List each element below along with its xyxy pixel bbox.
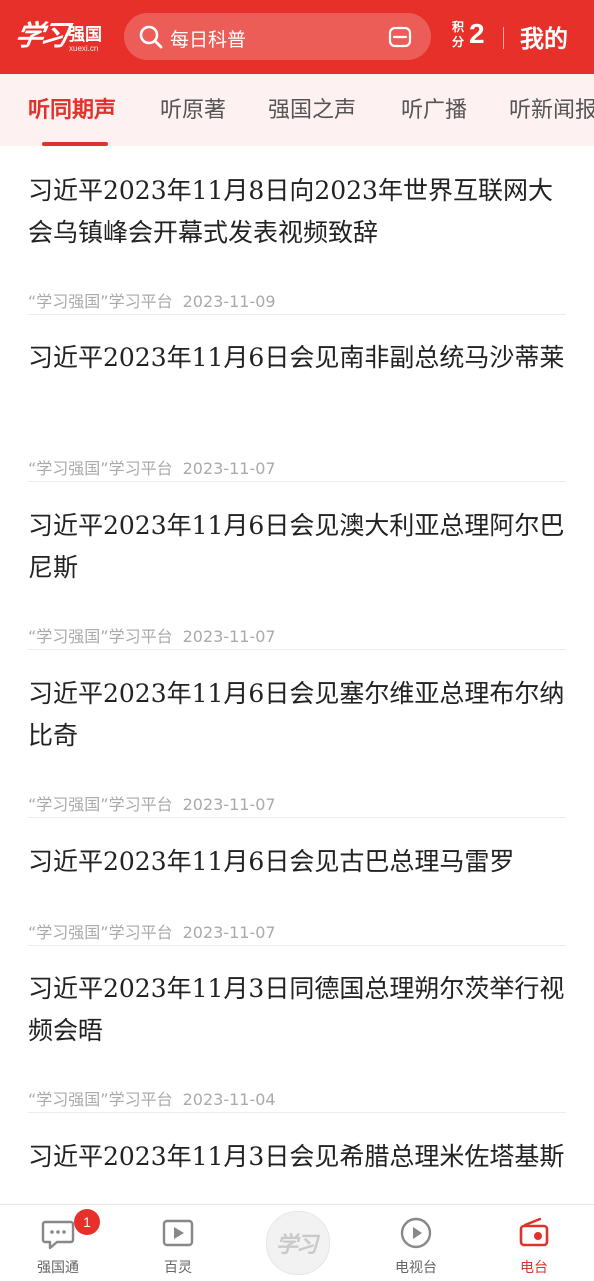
top-header: 学习 强国 xuexi.cn 每日科普 积分 2 我的: [0, 0, 594, 74]
notification-badge: 1: [74, 1209, 100, 1235]
nav-label: 百灵: [164, 1260, 192, 1276]
article-title: 习近平2023年11月6日会见澳大利亚总理阿尔巴尼斯: [28, 511, 565, 582]
article-item[interactable]: 习近平2023年11月6日会见南非副总统马沙蒂莱 “学习强国”学习平台 2023-…: [28, 337, 566, 482]
article-date: 2023-11-07: [182, 459, 276, 478]
article-item[interactable]: 习近平2023年11月6日会见塞尔维亚总理布尔纳比奇 “学习强国”学习平台 202…: [28, 673, 566, 818]
menu-scan-icon[interactable]: [388, 25, 412, 49]
xuexi-logo-icon[interactable]: 学习: [266, 1211, 330, 1275]
article-date: 2023-11-07: [182, 795, 276, 814]
article-item[interactable]: 习近平2023年11月3日会见希腊总理米佐塔基斯: [28, 1136, 566, 1204]
search-icon: [139, 25, 163, 49]
points-indicator[interactable]: 积分 2: [452, 18, 498, 58]
article-meta: “学习强国”学习平台 2023-11-09: [28, 288, 276, 312]
header-divider: [503, 27, 504, 49]
article-title: 习近平2023年11月6日会见塞尔维亚总理布尔纳比奇: [28, 679, 565, 750]
tab-ting-guang-bo[interactable]: 听广播: [401, 92, 467, 124]
nav-item-bai-ling[interactable]: 百灵: [138, 1205, 218, 1281]
article-item[interactable]: 习近平2023年11月6日会见古巴总理马雷罗 “学习强国”学习平台 2023-11…: [28, 841, 566, 946]
article-date: 2023-11-09: [182, 292, 276, 311]
category-tabs: 听同期声 听原著 强国之声 听广播 听新闻报: [0, 74, 594, 146]
nav-item-qiang-guo-tong[interactable]: 1 强国通: [18, 1205, 100, 1281]
article-date: 2023-11-07: [182, 923, 276, 942]
logo-script: 学习: [12, 19, 69, 52]
mine-button[interactable]: 我的: [520, 19, 568, 54]
article-title: 习近平2023年11月3日同德国总理朔尔茨举行视频会晤: [28, 974, 565, 1045]
tab-qiang-guo-zhi-sheng[interactable]: 强国之声: [268, 92, 356, 124]
logo-domain: xuexi.cn: [69, 44, 99, 53]
article-title: 习近平2023年11月8日向2023年世界互联网大会乌镇峰会开幕式发表视频致辞: [28, 176, 553, 247]
article-meta: “学习强国”学习平台 2023-11-07: [28, 455, 276, 479]
tab-ting-tong-qi-sheng[interactable]: 听同期声: [28, 92, 116, 124]
article-title: 习近平2023年11月3日会见希腊总理米佐塔基斯: [28, 1142, 565, 1171]
nav-item-dian-tai[interactable]: 电台: [494, 1205, 574, 1281]
nav-label: 电视台: [395, 1260, 437, 1276]
article-source: “学习强国”学习平台: [28, 1090, 173, 1109]
search-placeholder: 每日科普: [170, 29, 247, 51]
article-source: “学习强国”学习平台: [28, 459, 173, 478]
article-item[interactable]: 习近平2023年11月6日会见澳大利亚总理阿尔巴尼斯 “学习强国”学习平台 202…: [28, 505, 566, 650]
tab-ting-yuan-zhu[interactable]: 听原著: [160, 92, 226, 124]
radio-icon: [519, 1217, 549, 1247]
points-label: 积分: [452, 20, 465, 49]
article-source: “学习强国”学习平台: [28, 923, 173, 942]
article-meta: “学习强国”学习平台 2023-11-07: [28, 623, 276, 647]
chat-icon: [41, 1220, 75, 1250]
article-title: 习近平2023年11月6日会见南非副总统马沙蒂莱: [28, 343, 565, 372]
article-meta: “学习强国”学习平台 2023-11-04: [28, 1086, 276, 1110]
bottom-nav: 1 强国通 百灵 学习 电视台 电台: [0, 1204, 594, 1281]
play-square-icon: [162, 1219, 194, 1247]
nav-label: 强国通: [37, 1260, 79, 1276]
article-item[interactable]: 习近平2023年11月8日向2023年世界互联网大会乌镇峰会开幕式发表视频致辞 …: [28, 170, 566, 315]
nav-item-dian-shi-tai[interactable]: 电视台: [376, 1205, 456, 1281]
play-circle-icon: [400, 1217, 432, 1249]
search-bar[interactable]: 每日科普: [124, 13, 431, 60]
article-meta: “学习强国”学习平台 2023-11-07: [28, 791, 276, 815]
article-feed[interactable]: 习近平2023年11月8日向2023年世界互联网大会乌镇峰会开幕式发表视频致辞 …: [0, 146, 594, 1204]
tab-ting-xin-wen-bao[interactable]: 听新闻报: [509, 92, 594, 124]
points-value: 2: [469, 18, 485, 49]
article-source: “学习强国”学习平台: [28, 627, 173, 646]
article-title: 习近平2023年11月6日会见古巴总理马雷罗: [28, 847, 515, 876]
article-date: 2023-11-07: [182, 627, 276, 646]
center-logo-text: 学习: [276, 1232, 318, 1258]
nav-label: 电台: [520, 1260, 548, 1276]
app-logo[interactable]: 学习 强国 xuexi.cn: [13, 14, 112, 60]
article-source: “学习强国”学习平台: [28, 795, 173, 814]
logo-brand: 强国: [68, 25, 102, 45]
article-meta: “学习强国”学习平台 2023-11-07: [28, 919, 276, 943]
article-item[interactable]: 习近平2023年11月3日同德国总理朔尔茨举行视频会晤 “学习强国”学习平台 20…: [28, 968, 566, 1113]
article-date: 2023-11-04: [182, 1090, 276, 1109]
article-source: “学习强国”学习平台: [28, 292, 173, 311]
